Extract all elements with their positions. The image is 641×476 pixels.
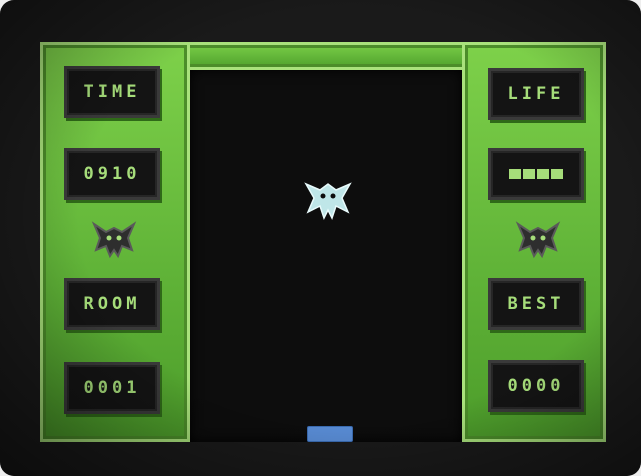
life-segment [509, 169, 521, 179]
life-label: LIFE [507, 84, 565, 104]
game-screen: TIME 0910 ROOM 0001 LIFE BEST 0000 [0, 0, 641, 476]
room-label-panel: ROOM [64, 278, 160, 330]
life-segment [537, 169, 549, 179]
life-meter-panel [488, 148, 584, 200]
horned-creature-icon [88, 216, 140, 264]
best-value-panel: 0000 [488, 360, 584, 412]
life-segment [551, 169, 563, 179]
room-value: 0001 [83, 378, 141, 398]
time-value: 0910 [83, 164, 141, 184]
horned-creature-sprite [300, 174, 356, 226]
life-segment [523, 169, 535, 179]
time-label: TIME [83, 82, 141, 102]
best-value: 0000 [507, 376, 565, 396]
time-value-panel: 0910 [64, 148, 160, 200]
player-paddle[interactable] [307, 426, 353, 442]
best-label-panel: BEST [488, 278, 584, 330]
room-value-panel: 0001 [64, 362, 160, 414]
life-label-panel: LIFE [488, 68, 584, 120]
time-label-panel: TIME [64, 66, 160, 118]
best-label: BEST [507, 294, 565, 314]
life-meter [509, 169, 563, 179]
room-label: ROOM [83, 294, 141, 314]
horned-creature-icon [512, 216, 564, 264]
playfield [190, 70, 462, 442]
